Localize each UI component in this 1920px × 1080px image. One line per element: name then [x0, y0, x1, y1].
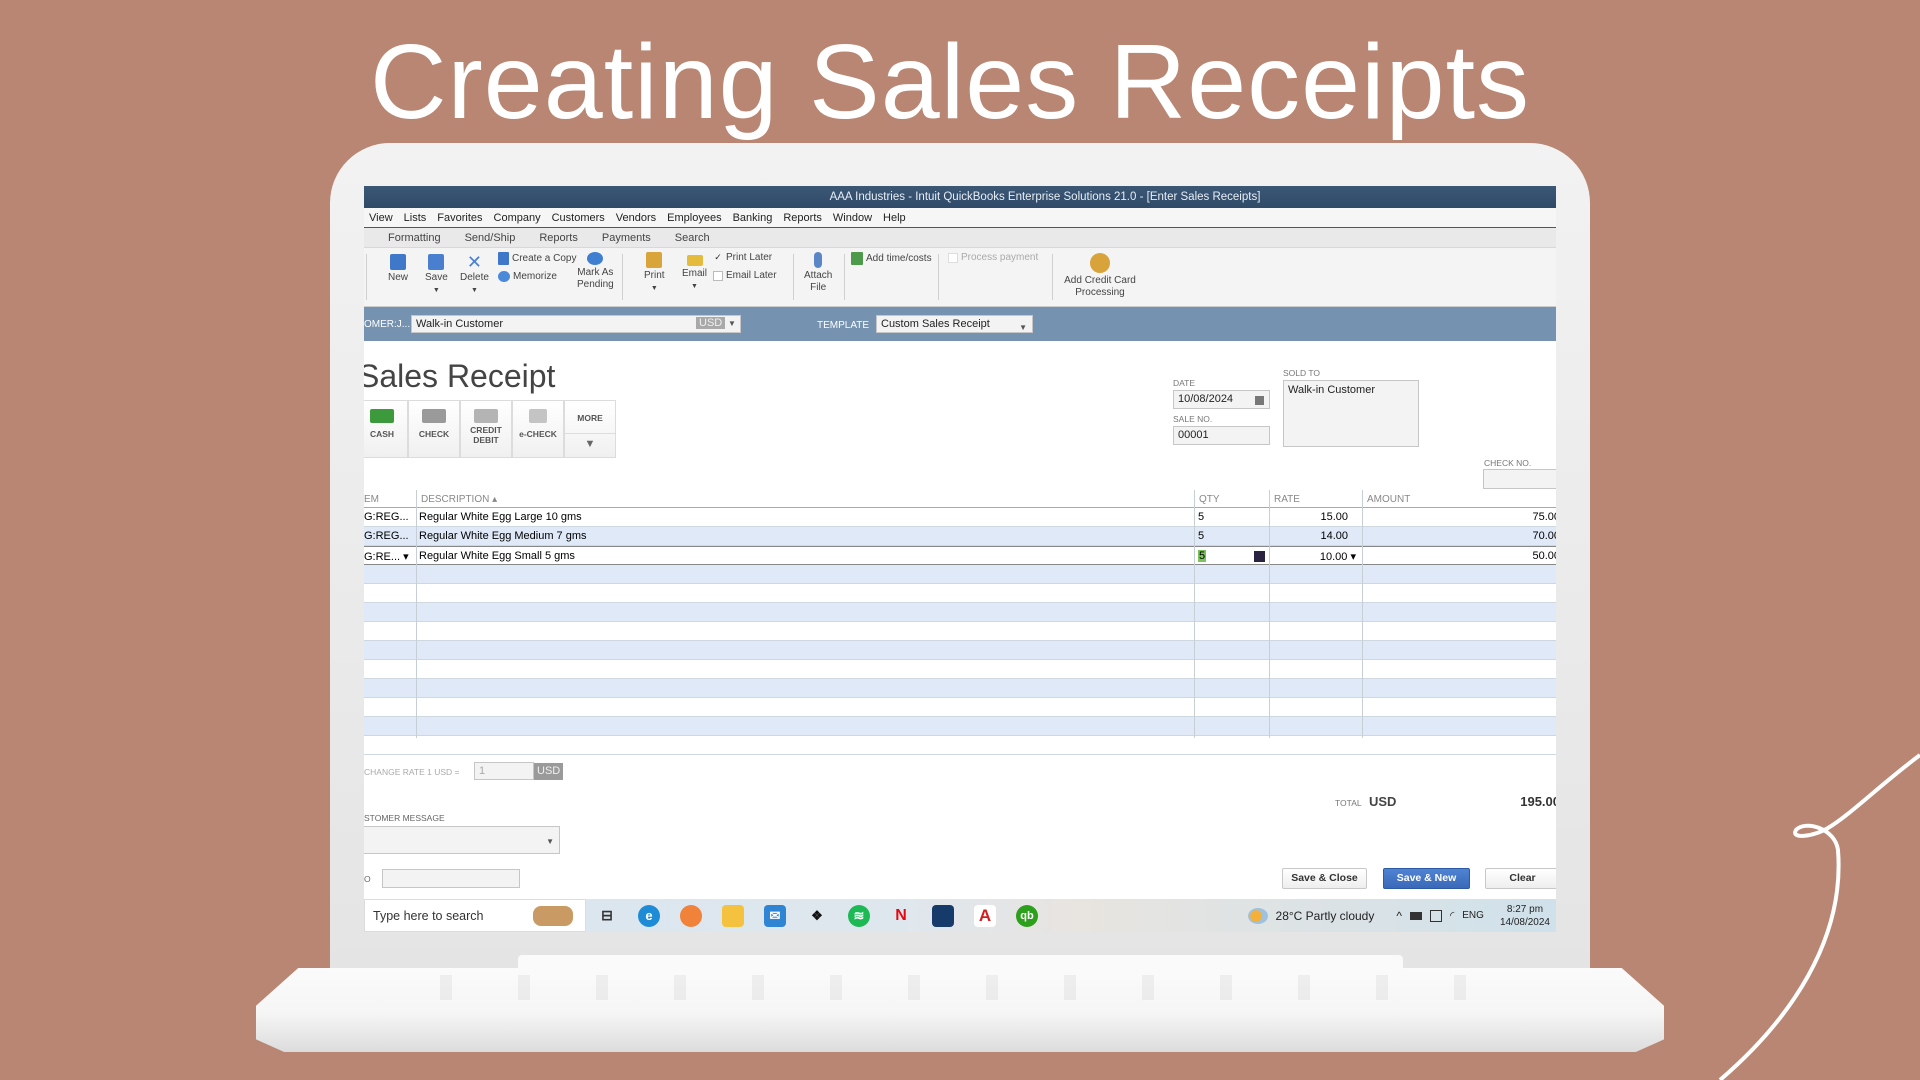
customer-job-label: OMER:J...: [364, 319, 411, 330]
menu-favorites[interactable]: Favorites: [437, 212, 482, 224]
laptop-keyboard: [400, 975, 1520, 1000]
template-label: TEMPLATE: [817, 320, 870, 331]
add-time-costs-button[interactable]: Add time/costs: [851, 252, 932, 265]
email-button[interactable]: Email ▼: [682, 252, 707, 293]
menu-help[interactable]: Help: [883, 212, 906, 224]
toolbar-divider: [366, 254, 367, 300]
menu-lists[interactable]: Lists: [404, 212, 427, 224]
mark-as-pending-button[interactable]: Mark As Pending: [577, 252, 614, 291]
memorize-label: Memorize: [513, 271, 557, 282]
menu-banking[interactable]: Banking: [733, 212, 773, 224]
pending-check-icon: [587, 252, 604, 265]
memorize-button[interactable]: Memorize: [498, 271, 557, 282]
window-title: AAA Industries - Intuit QuickBooks Enter…: [364, 186, 1556, 208]
printer-icon: [646, 252, 663, 268]
save-close-button[interactable]: Save & Close: [1282, 868, 1367, 889]
paperclip-icon: [814, 252, 823, 268]
new-document-icon: [390, 254, 406, 270]
copy-icon: [498, 252, 509, 265]
decorative-curve: [1718, 753, 1920, 1080]
menu-view[interactable]: View: [369, 212, 393, 224]
tab-formatting[interactable]: Formatting: [388, 232, 441, 244]
new-label: New: [388, 272, 409, 283]
menu-reports[interactable]: Reports: [783, 212, 822, 224]
chevron-down-icon[interactable]: ▼: [728, 319, 736, 328]
tab-payments[interactable]: Payments: [602, 232, 651, 244]
envelope-icon: [686, 255, 703, 266]
print-label: Print: [644, 270, 665, 281]
chevron-down-icon: ▼: [1019, 323, 1027, 332]
email-label: Email: [682, 268, 708, 279]
attach-label-2: File: [810, 282, 827, 293]
attach-file-button[interactable]: Attach File: [804, 252, 832, 294]
add-time-costs-label: Add time/costs: [866, 253, 932, 264]
save-new-button[interactable]: Save & New: [1383, 868, 1470, 889]
time-costs-icon: [851, 252, 863, 265]
template-select[interactable]: Custom Sales Receipt ▼: [876, 315, 1033, 333]
tab-send-ship[interactable]: Send/Ship: [465, 232, 516, 244]
delete-x-icon: ✕: [466, 252, 482, 272]
save-label: Save: [425, 272, 448, 283]
delete-label: Delete: [460, 272, 489, 283]
attach-label: Attach: [804, 270, 833, 281]
tab-search[interactable]: Search: [675, 232, 710, 244]
print-button[interactable]: Print ▼: [644, 252, 665, 295]
customer-job-select[interactable]: Walk-in Customer: [411, 315, 741, 333]
toolbar-divider: [938, 254, 939, 300]
new-button[interactable]: New: [388, 254, 408, 284]
email-later-checkbox[interactable]: Email Later: [713, 270, 777, 281]
slide-title: Creating Sales Receipts: [369, 23, 1531, 141]
create-copy-button[interactable]: Create a Copy: [498, 252, 576, 265]
email-later-label: Email Later: [726, 270, 777, 281]
customer-bar: OMER:J... Walk-in Customer USD ▼ TEMPLAT…: [364, 307, 1556, 341]
print-later-label: Print Later: [726, 252, 773, 263]
toolbar-divider: [793, 254, 794, 300]
process-payment-checkbox[interactable]: Process payment: [948, 252, 1038, 263]
add-cc-label: Add Credit Card: [1064, 275, 1136, 286]
credit-card-coin-icon: [1090, 253, 1110, 273]
clear-button[interactable]: Clear: [1485, 868, 1556, 889]
menu-bar: View Lists Favorites Company Customers V…: [364, 208, 1556, 228]
toolbar-divider: [1052, 254, 1053, 300]
screen: AAA Industries - Intuit QuickBooks Enter…: [364, 186, 1556, 932]
create-copy-label: Create a Copy: [512, 253, 577, 264]
laptop-hinge: [518, 955, 1403, 971]
menu-employees[interactable]: Employees: [667, 212, 721, 224]
add-cc-label-2: Processing: [1075, 287, 1125, 298]
save-icon: [428, 254, 445, 270]
mark-pending-label-2: Pending: [577, 279, 614, 290]
toolbar-divider: [622, 254, 623, 300]
process-payment-label: Process payment: [961, 252, 1039, 263]
menu-window[interactable]: Window: [833, 212, 872, 224]
checkmark-icon: ✓: [714, 251, 722, 262]
menu-company[interactable]: Company: [494, 212, 541, 224]
toolbar-divider: [844, 254, 845, 300]
currency-badge: USD: [696, 317, 726, 329]
template-value: Custom Sales Receipt: [881, 318, 990, 330]
print-later-checkbox[interactable]: ✓ Print Later: [713, 252, 772, 263]
add-credit-card-button[interactable]: Add Credit Card Processing: [1060, 253, 1140, 299]
customer-value: Walk-in Customer: [416, 318, 503, 330]
mark-pending-label: Mark As: [577, 267, 614, 278]
memorize-icon: [498, 271, 510, 282]
save-button[interactable]: Save ▼: [425, 254, 448, 297]
toolbar: New Save ▼ ✕ Delete ▼ Create a Copy Memori…: [364, 248, 1556, 307]
ribbon-tabs: Formatting Send/Ship Reports Payments Se…: [364, 228, 1556, 248]
menu-vendors[interactable]: Vendors: [616, 212, 656, 224]
checkbox-icon: [713, 270, 723, 281]
delete-button[interactable]: ✕ Delete ▼: [460, 252, 489, 297]
menu-customers[interactable]: Customers: [552, 212, 605, 224]
tab-reports[interactable]: Reports: [539, 232, 578, 244]
checkbox-icon: [948, 252, 958, 263]
